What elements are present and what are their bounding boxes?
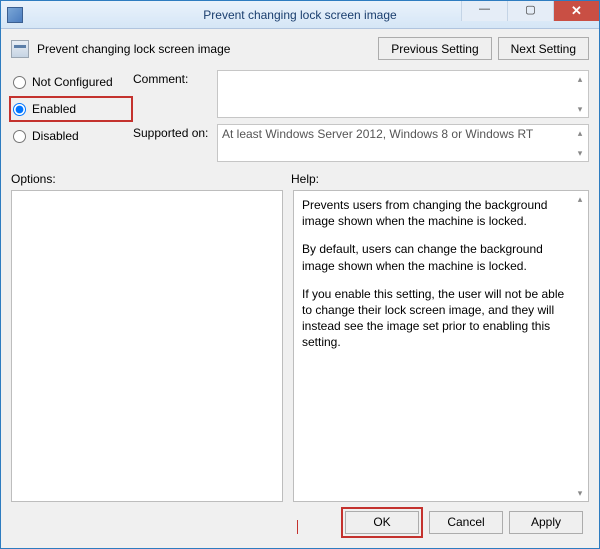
radio-not-configured[interactable]: Not Configured [11,72,133,92]
apply-button[interactable]: Apply [509,511,583,534]
cancel-button[interactable]: Cancel [429,511,503,534]
scroll-down-icon[interactable]: ▾ [573,146,587,160]
help-paragraph-3: If you enable this setting, the user wil… [302,286,570,351]
window-title: Prevent changing lock screen image [1,8,599,22]
scroll-up-icon[interactable]: ▴ [573,72,587,86]
radio-not-configured-input[interactable] [13,76,26,89]
config-row: Not Configured Enabled Disabled Comment: [11,70,589,162]
help-pane: Prevents users from changing the backgro… [293,190,589,502]
scroll-down-icon[interactable]: ▾ [573,486,587,500]
radio-disabled[interactable]: Disabled [11,126,133,146]
radio-enabled-input[interactable] [13,103,26,116]
scroll-up-icon[interactable]: ▴ [573,126,587,140]
supported-scrollbar[interactable]: ▴ ▾ [573,126,587,160]
help-text: Prevents users from changing the backgro… [294,191,588,369]
previous-setting-button[interactable]: Previous Setting [378,37,491,60]
help-paragraph-2: By default, users can change the backgro… [302,241,570,273]
comment-label: Comment: [133,70,217,86]
comment-row: Comment: ▴ ▾ [133,70,589,118]
options-pane[interactable] [11,190,283,502]
options-label: Options: [11,172,291,186]
radio-disabled-label: Disabled [32,129,79,143]
comment-input[interactable]: ▴ ▾ [217,70,589,118]
state-radios: Not Configured Enabled Disabled [11,70,133,162]
help-paragraph-1: Prevents users from changing the backgro… [302,197,570,229]
radio-enabled-label: Enabled [32,102,76,116]
header-row: Prevent changing lock screen image Previ… [11,37,589,60]
help-scrollbar[interactable]: ▴ ▾ [573,192,587,500]
supported-label: Supported on: [133,124,217,140]
pane-labels: Options: Help: [11,172,589,186]
titlebar[interactable]: Prevent changing lock screen image — ▢ ✕ [1,1,599,29]
content-area: Prevent changing lock screen image Previ… [1,29,599,548]
fields-column: Comment: ▴ ▾ Supported on: At least Wind… [133,70,589,162]
footer: OK Cancel Apply [11,502,589,542]
ok-highlight: OK [341,507,423,538]
scroll-down-icon[interactable]: ▾ [573,102,587,116]
help-label: Help: [291,172,319,186]
policy-title: Prevent changing lock screen image [37,42,230,56]
policy-icon [11,40,29,58]
supported-value: At least Windows Server 2012, Windows 8 … [222,127,533,141]
supported-input: At least Windows Server 2012, Windows 8 … [217,124,589,162]
next-setting-button[interactable]: Next Setting [498,37,589,60]
supported-row: Supported on: At least Windows Server 20… [133,124,589,162]
scroll-up-icon[interactable]: ▴ [573,192,587,206]
radio-not-configured-label: Not Configured [32,75,113,89]
dialog-window: Prevent changing lock screen image — ▢ ✕… [0,0,600,549]
radio-enabled-highlight: Enabled [9,96,133,122]
nav-buttons: Previous Setting Next Setting [378,37,589,60]
ok-button[interactable]: OK [345,511,419,534]
comment-scrollbar[interactable]: ▴ ▾ [573,72,587,116]
panes: Prevents users from changing the backgro… [11,190,589,502]
radio-enabled[interactable]: Enabled [11,99,113,119]
radio-disabled-input[interactable] [13,130,26,143]
